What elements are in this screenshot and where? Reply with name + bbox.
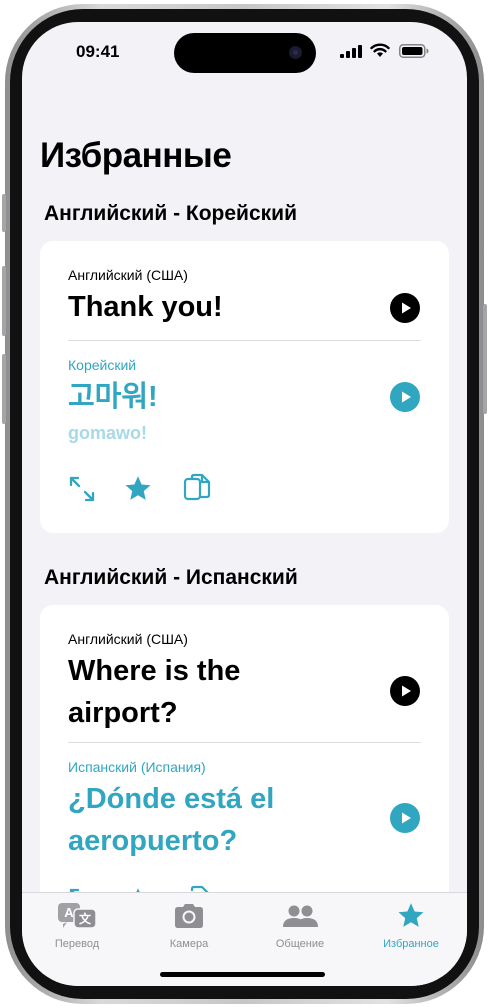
camera-icon [175,904,203,928]
wifi-icon [370,43,390,57]
copy-icon[interactable] [183,473,211,505]
dynamic-island [174,33,316,73]
tab-favorites[interactable]: Избранное [361,901,461,950]
volume-down-button [2,354,6,424]
source-phrase-line-1: Where is the [68,655,241,687]
front-camera-icon [289,46,302,59]
transliteration: gomawo! [68,423,147,443]
tab-conversation[interactable]: Общение [250,901,350,950]
home-indicator[interactable] [160,972,325,977]
battery-icon [399,44,429,58]
expand-arrows-icon[interactable] [68,475,96,503]
source-language-label: Английский (США) [68,267,188,283]
play-target-button[interactable] [390,382,420,412]
play-icon [402,685,411,697]
cellular-signal-icon [340,45,362,58]
tab-camera[interactable]: Камера [139,901,239,950]
source-language-label: Английский (США) [68,631,188,647]
translate-icon: A 文 [58,903,97,929]
action-button [2,194,6,232]
play-icon [402,812,411,824]
power-button [483,304,487,414]
page-title: Избранные [40,136,232,175]
play-source-button[interactable] [390,676,420,706]
status-bar: 09:41 [22,22,467,82]
divider [68,742,421,743]
target-phrase-line-1: ¿Dónde está el [68,783,275,815]
svg-text:文: 文 [79,911,92,926]
target-language-label: Испанский (Испания) [68,759,206,775]
tab-label: Избранное [383,938,439,950]
target-phrase: 고마워! [68,381,158,413]
tab-label: Камера [169,938,209,950]
tab-label: Перевод [54,938,100,950]
volume-up-button [2,266,6,336]
status-time: 09:41 [76,42,120,61]
star-icon[interactable] [123,474,153,504]
divider [68,340,421,341]
source-phrase-line-2: airport? [68,697,178,729]
play-icon [402,391,411,403]
svg-text:A: A [64,905,74,920]
play-target-button[interactable] [390,803,420,833]
screen: 09:41 Избранные Английский - Корейский А… [22,22,467,986]
play-icon [402,302,411,314]
people-icon [283,905,318,927]
section-heading-english-spanish: Английский - Испанский [44,566,298,589]
tab-translate[interactable]: A 文 Перевод [27,901,127,950]
favorite-card-spanish[interactable]: Английский (США) Where is the airport? И… [40,605,449,935]
play-source-button[interactable] [390,293,420,323]
target-language-label: Корейский [68,357,137,373]
section-heading-english-korean: Английский - Корейский [44,202,297,225]
favorite-card-korean[interactable]: Английский (США) Thank you! Корейский 고마… [40,241,449,533]
target-phrase-line-2: aeropuerto? [68,825,238,857]
star-icon [398,903,424,927]
source-phrase: Thank you! [68,291,223,323]
tab-label: Общение [275,938,325,950]
